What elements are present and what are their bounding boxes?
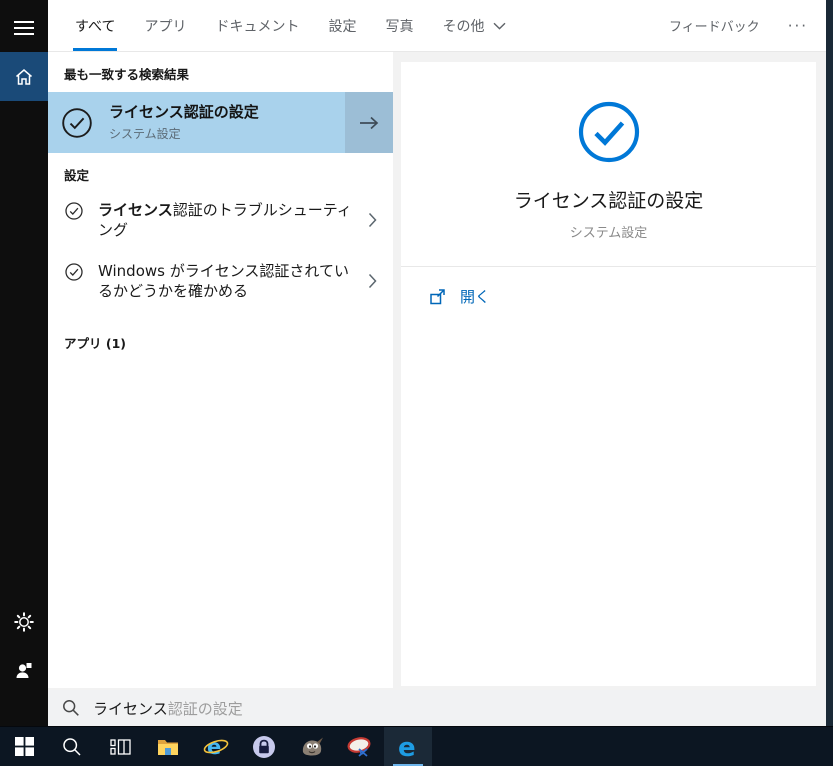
search-inline-suggestion: 認証の設定 [167, 699, 243, 718]
result-label: ライセンス認証のトラブルシューティング [98, 200, 360, 241]
check-circle-icon [64, 201, 84, 221]
folder-icon [157, 738, 179, 756]
svg-text:e: e [207, 735, 221, 759]
home-icon [13, 66, 35, 88]
gimp-button[interactable] [288, 727, 336, 766]
tab-settings[interactable]: 設定 [328, 0, 356, 51]
tab-apps-label: アプリ [144, 18, 187, 35]
gear-icon [13, 611, 35, 633]
chevron-right-icon [368, 212, 377, 228]
hamburger-icon [14, 17, 34, 39]
tab-photos-label: 写真 [385, 18, 414, 35]
result-label-rest: Windows がライセンス認証されているかどうかを確かめる [98, 261, 349, 300]
edge-button[interactable]: e [384, 727, 432, 766]
tab-apps[interactable]: アプリ [144, 0, 186, 51]
result-check-windows-activated[interactable]: Windows がライセンス認証されているかどうかを確かめる [48, 251, 393, 312]
preview-subtitle: システム設定 [569, 226, 648, 241]
rail-account-button[interactable] [0, 646, 48, 694]
tab-photos[interactable]: 写真 [385, 0, 413, 51]
settings-results-group: ライセンス認証のトラブルシューティング Windows がライセンス認証されてい… [48, 190, 393, 311]
arrow-right-icon [360, 116, 379, 129]
windows-logo-icon [14, 737, 34, 756]
search-typed-text: ライセンス [93, 699, 168, 718]
open-label: 開く [460, 288, 491, 306]
svg-text:e: e [398, 733, 416, 761]
search-icon [62, 737, 82, 757]
desktop-edge-strip [826, 0, 833, 726]
activation-check-icon [60, 106, 94, 140]
best-match-texts: ライセンス認証の設定 システム設定 [109, 103, 345, 142]
rail-home-button[interactable] [0, 52, 48, 101]
preview-title: ライセンス認証の設定 [513, 190, 704, 212]
search-query-text: ライセンス認証の設定 [93, 698, 243, 719]
taskbar-search-button[interactable] [48, 727, 96, 766]
more-options-button[interactable]: ··· [788, 17, 808, 35]
start-button[interactable] [0, 727, 48, 766]
tab-documents[interactable]: ドキュメント [215, 0, 299, 51]
tab-all-label: すべて [75, 18, 116, 35]
best-match-header: 最も一致する検索結果 [64, 67, 190, 82]
matched-query-part: ライセンス [98, 201, 173, 219]
preview-summary: ライセンス認証の設定 システム設定 [401, 62, 816, 241]
rail-settings-button[interactable] [0, 598, 48, 646]
result-preview-pane: ライセンス認証の設定 システム設定 開く [401, 62, 816, 686]
left-rail [0, 0, 48, 726]
check-circle-icon [64, 262, 84, 282]
result-label: Windows がライセンス認証されているかどうかを確かめる [98, 261, 360, 302]
hamburger-menu-button[interactable] [0, 4, 48, 52]
tab-documents-label: ドキュメント [215, 18, 300, 35]
search-icon [62, 699, 80, 717]
open-external-icon [428, 288, 447, 306]
chevron-right-icon [368, 273, 377, 289]
internet-explorer-button[interactable]: e [192, 727, 240, 766]
best-match-title: ライセンス認証の設定 [109, 103, 259, 122]
keepass-button[interactable] [240, 727, 288, 766]
chevron-down-icon [493, 22, 506, 30]
feedback-button[interactable]: フィードバック [669, 16, 760, 35]
tab-more[interactable]: その他 [442, 0, 506, 51]
tab-more-label: その他 [442, 18, 485, 35]
best-match-expand-button[interactable] [345, 92, 393, 153]
tabbar-right-cluster: フィードバック ··· [669, 0, 826, 51]
image-app-icon [347, 736, 373, 758]
open-action-button[interactable]: 開く [401, 267, 816, 307]
gimp-wilber-icon [300, 736, 324, 758]
edge-icon: e [394, 733, 422, 761]
tab-all[interactable]: すべて [72, 0, 118, 51]
search-filter-tabbar: すべて アプリ ドキュメント 設定 写真 その他 フィードバック ··· [48, 0, 826, 52]
activation-check-icon-large [577, 100, 641, 164]
best-match-subtitle: システム設定 [109, 126, 181, 141]
taskbar: e e [0, 726, 833, 766]
keepass-lock-icon [252, 735, 276, 759]
task-view-icon [109, 738, 131, 756]
search-results-panel: 最も一致する検索結果 ライセンス認証の設定 システム設定 設定 ライセンス認証の… [48, 52, 393, 688]
result-activation-troubleshooting[interactable]: ライセンス認証のトラブルシューティング [48, 190, 393, 251]
windows-search-flyout: すべて アプリ ドキュメント 設定 写真 その他 フィードバック ··· 最も一… [0, 0, 833, 766]
task-view-button[interactable] [96, 727, 144, 766]
account-person-icon [13, 659, 35, 681]
image-app-button[interactable] [336, 727, 384, 766]
search-input[interactable]: ライセンス認証の設定 [48, 690, 826, 726]
apps-section-header: アプリ (1) [64, 336, 126, 351]
file-explorer-button[interactable] [144, 727, 192, 766]
settings-section-header: 設定 [64, 168, 90, 183]
internet-explorer-icon: e [203, 734, 229, 760]
best-match-result[interactable]: ライセンス認証の設定 システム設定 [48, 92, 393, 153]
tab-settings-label: 設定 [328, 18, 357, 35]
